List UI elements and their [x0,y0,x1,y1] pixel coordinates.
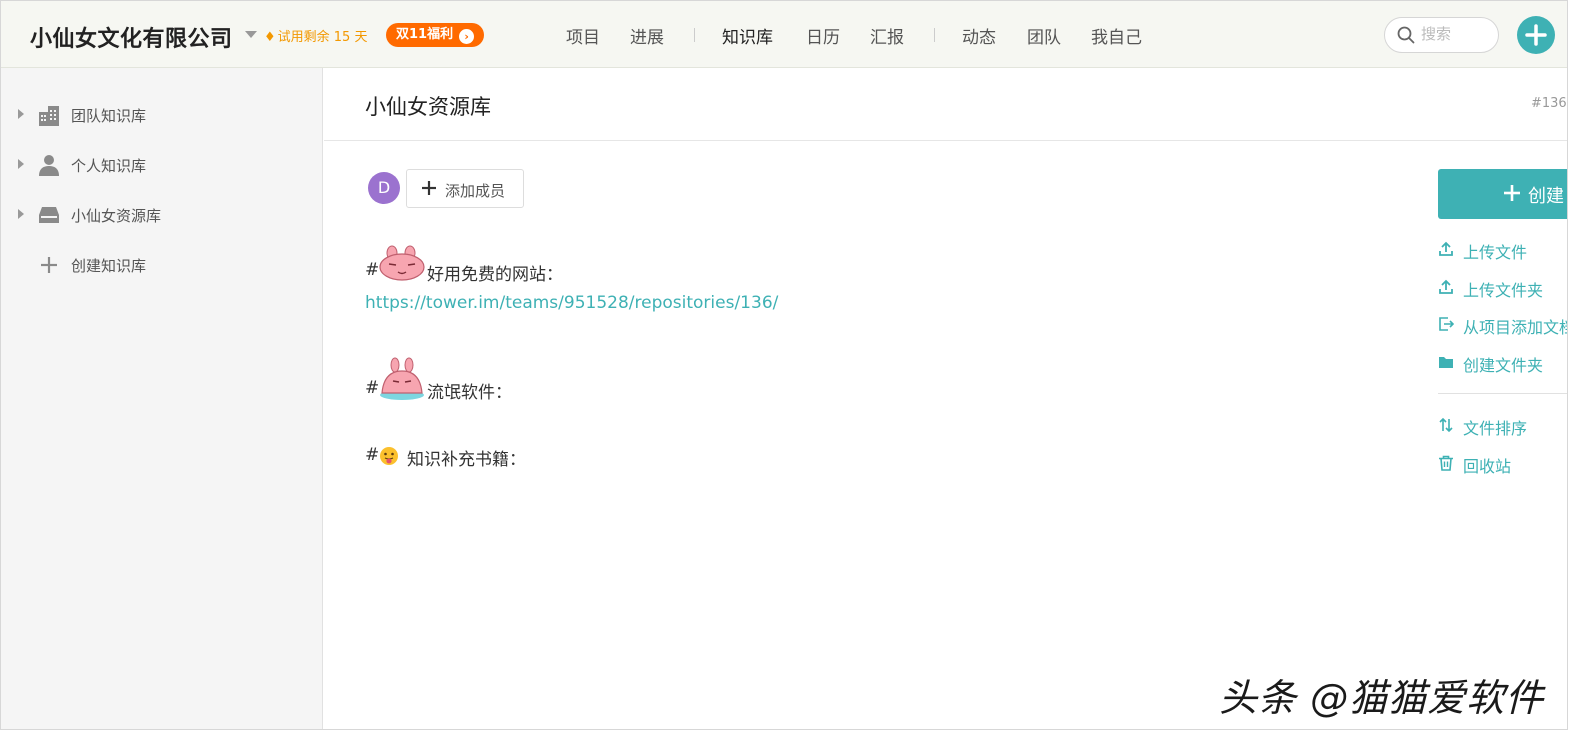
expand-caret-icon[interactable] [18,109,24,119]
search-input[interactable] [1421,25,1491,43]
add-member-label: 添加成员 [445,182,506,200]
sidebar-item-label: 小仙女资源库 [71,207,162,225]
nav-progress[interactable]: 进展 [630,23,664,48]
sidebar: 团队知识库 个人知识库 小仙女资源库 创建知识库 [1,68,323,729]
top-bar: 小仙女文化有限公司 ♦ 试用剩余 15 天 双11福利 › 项目 进展 知识库 日历… [1,1,1567,68]
sort-icon [1439,417,1453,433]
trial-text: 试用剩余 15 天 [277,30,368,45]
search-box[interactable] [1384,17,1499,53]
person-icon [39,155,59,176]
plus-icon [1504,185,1520,201]
heading-hash: # [365,445,380,465]
sort-files-action[interactable]: 文件排序 [1438,414,1567,438]
nav-activity[interactable]: 动态 [962,23,996,48]
repository-link[interactable]: https://tower.im/teams/951528/repositori… [365,293,778,313]
sidebar-item-personal-kb[interactable]: 个人知识库 [1,146,323,186]
action-label: 上传文件夹 [1463,281,1544,300]
nav-divider [694,28,695,42]
arrow-right-icon: › [459,29,475,44]
nav-calendar[interactable]: 日历 [806,23,840,48]
page-title: 小仙女资源库 [365,95,491,119]
team-name[interactable]: 小仙女文化有限公司 [30,21,233,53]
repository-id: #136 [1531,96,1567,111]
promo-button[interactable]: 双11福利 › [386,23,485,47]
building-icon [39,106,59,126]
section-heading: 好用免费的网站： [427,265,563,285]
plus-icon [422,181,436,195]
sidebar-item-label: 团队知识库 [71,107,147,125]
plus-icon [1525,24,1547,46]
pink-bunny-face-icon [379,245,425,281]
promo-label: 双11福利 [396,27,454,42]
sidebar-item-label: 个人知识库 [71,157,147,175]
recycle-bin-action[interactable]: 回收站 [1438,452,1567,476]
upload-folder-icon [1439,279,1453,294]
action-label: 创建文件夹 [1463,356,1544,375]
upload-folder-action[interactable]: 上传文件夹 [1438,276,1567,300]
section-heading: 知识补充书籍： [407,450,526,470]
sidebar-item-team-kb[interactable]: 团队知识库 [1,96,323,136]
nav-knowledge-base[interactable]: 知识库 [722,23,773,48]
import-icon [1439,317,1454,331]
section-heading: 流氓软件： [427,383,512,403]
folder-icon [1439,357,1453,368]
sidebar-item-resource-kb[interactable]: 小仙女资源库 [1,196,323,236]
nav-me[interactable]: 我自己 [1091,23,1142,48]
app-window: 小仙女文化有限公司 ♦ 试用剩余 15 天 双11福利 › 项目 进展 知识库 日历… [0,0,1568,730]
sidebar-item-create-kb[interactable]: 创建知识库 [1,246,323,286]
add-member-button[interactable]: 添加成员 [406,169,524,208]
drive-icon [39,207,59,223]
action-label: 从项目添加文档 [1463,318,1568,337]
sidebar-item-label: 创建知识库 [71,257,147,275]
team-switch-caret-icon[interactable] [245,31,257,38]
divider [324,140,1567,141]
nav-divider [934,28,935,42]
create-label: 创建 [1528,186,1564,207]
search-icon [1397,26,1415,44]
action-label: 上传文件 [1463,243,1528,262]
import-from-project-action[interactable]: 从项目添加文档 [1438,313,1568,337]
pink-bunny-melting-icon [380,357,424,400]
watermark: 头条 @猫猫爱软件 [1219,676,1545,720]
plus-icon [41,257,57,273]
create-folder-action[interactable]: 创建文件夹 [1438,351,1567,375]
upload-icon [1439,241,1453,256]
create-button[interactable]: 创建 [1438,169,1567,219]
action-label: 回收站 [1463,457,1512,476]
divider [1438,393,1567,394]
action-label: 文件排序 [1463,419,1528,438]
upload-file-action[interactable]: 上传文件 [1438,238,1567,262]
expand-caret-icon[interactable] [18,209,24,219]
nav-team[interactable]: 团队 [1027,23,1061,48]
trash-icon [1439,455,1453,471]
expand-caret-icon[interactable] [18,159,24,169]
nav-projects[interactable]: 项目 [566,23,600,48]
avatar[interactable]: D [368,172,400,204]
trial-notice[interactable]: ♦ 试用剩余 15 天 [264,26,367,45]
nav-reports[interactable]: 汇报 [870,23,904,48]
bulb-icon: ♦ [264,30,276,45]
quick-add-button[interactable] [1517,16,1555,54]
tongue-face-icon [380,447,398,465]
